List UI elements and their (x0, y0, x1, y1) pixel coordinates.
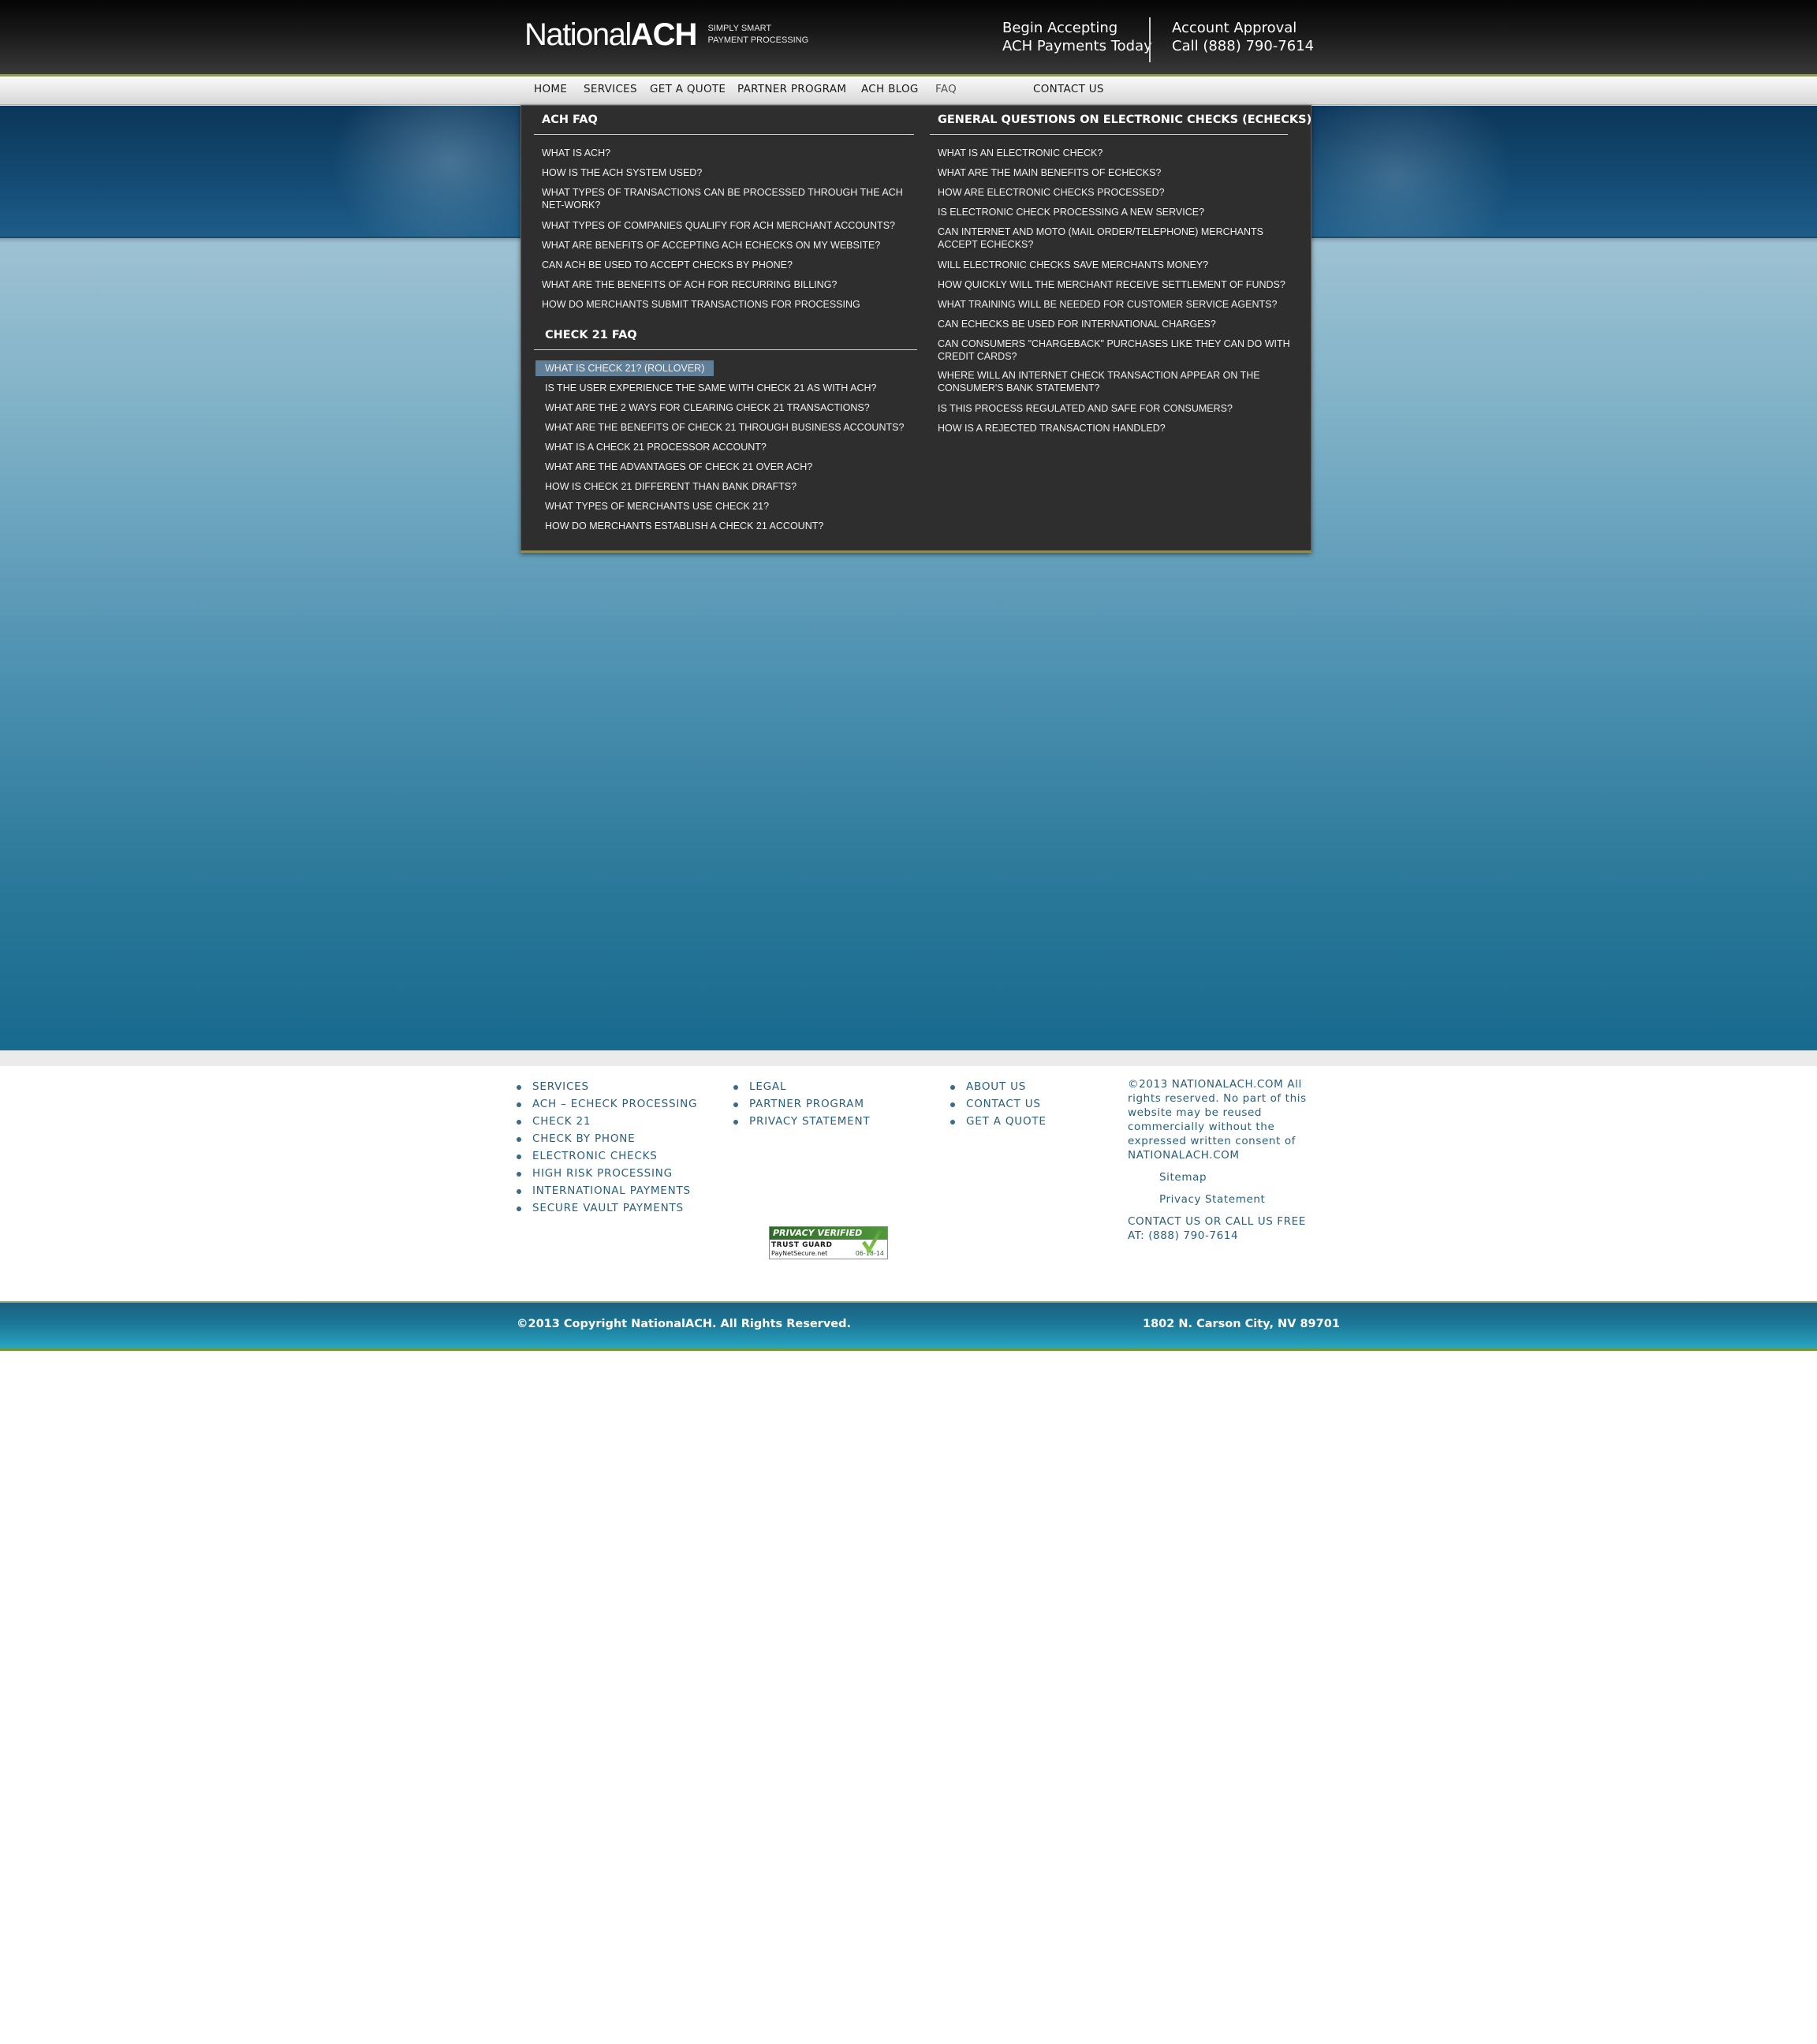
cta1-line-1: Begin Accepting (1002, 20, 1118, 36)
footer-link[interactable]: ACH – ECHECK PROCESSING (517, 1098, 697, 1115)
check21-faq-item[interactable]: HOW DO MERCHANTS ESTABLISH A CHECK 21 AC… (545, 520, 823, 532)
footer-link[interactable]: ELECTRONIC CHECKS (517, 1150, 697, 1167)
echeck-faq-item[interactable]: WHAT TRAINING WILL BE NEEDED FOR CUSTOME… (938, 298, 1277, 311)
content-divider-strip (0, 1050, 1817, 1066)
echeck-faq-item[interactable]: HOW QUICKLY WILL THE MERCHANT RECEIVE SE… (938, 278, 1285, 291)
check21-faq-item[interactable]: HOW IS CHECK 21 DIFFERENT THAN BANK DRAF… (545, 480, 797, 493)
ach-faq-item[interactable]: WHAT TYPES OF TRANSACTIONS CAN BE PROCES… (542, 186, 912, 211)
footer-company-list: ABOUT US CONTACT US GET A QUOTE (950, 1080, 1047, 1132)
bottom-address: 1802 N. Carson City, NV 89701 (1143, 1318, 1340, 1330)
footer-link[interactable]: INTERNATIONAL PAYMENTS (517, 1184, 697, 1202)
check21-faq-item[interactable]: WHAT ARE THE 2 WAYS FOR CLEARING CHECK 2… (545, 401, 870, 414)
footer-link[interactable]: SECURE VAULT PAYMENTS (517, 1202, 697, 1219)
echeck-faq-item[interactable]: WHAT ARE THE MAIN BENEFITS OF ECHECKS? (938, 166, 1161, 179)
check21-faq-item[interactable]: IS THE USER EXPERIENCE THE SAME WITH CHE… (545, 382, 876, 394)
footer-link[interactable]: CHECK BY PHONE (517, 1132, 697, 1150)
check21-faq-item[interactable]: WHAT TYPES OF MERCHANTS USE CHECK 21? (545, 500, 769, 513)
logo-text-light: National (524, 17, 632, 52)
echeck-faq-item[interactable]: WHERE WILL AN INTERNET CHECK TRANSACTION… (938, 369, 1277, 394)
header-divider (1149, 17, 1151, 62)
ach-faq-item[interactable]: CAN ACH BE USED TO ACCEPT CHECKS BY PHON… (542, 259, 793, 271)
check21-faq-item[interactable]: WHAT ARE THE BENEFITS OF CHECK 21 THROUG… (545, 421, 904, 434)
footer-link[interactable]: GET A QUOTE (950, 1115, 1047, 1132)
footer-legal-list: LEGAL PARTNER PROGRAM PRIVACY STATEMENT (733, 1080, 870, 1132)
nav-partner-program[interactable]: PARTNER PROGRAM (737, 83, 846, 95)
bottom-bar (0, 1301, 1817, 1350)
footer-services-list: SERVICES ACH – ECHECK PROCESSING CHECK 2… (517, 1080, 697, 1219)
main-nav: HOME SERVICES GET A QUOTE PARTNER PROGRA… (0, 76, 1817, 105)
site-header: NationalACH SIMPLY SMART PAYMENT PROCESS… (0, 0, 1817, 76)
echeck-faq-item[interactable]: WHAT IS AN ELECTRONIC CHECK? (938, 147, 1103, 159)
nav-faq[interactable]: FAQ (935, 83, 957, 95)
ach-faq-item[interactable]: WHAT IS ACH? (542, 147, 610, 159)
cta1-line-2: ACH Payments Today (1002, 38, 1152, 54)
ach-faq-heading[interactable]: ACH FAQ (542, 114, 598, 126)
echeck-faq-item[interactable]: IS THIS PROCESS REGULATED AND SAFE FOR C… (938, 402, 1233, 415)
footer-link[interactable]: PARTNER PROGRAM (733, 1098, 870, 1115)
check21-faq-item-highlighted[interactable]: WHAT IS CHECK 21? (ROLLOVER) (535, 360, 714, 376)
bottom-copyright: ©2013 Copyright NationalACH. All Rights … (517, 1318, 852, 1330)
badge-title: PRIVACY VERIFIED (770, 1227, 887, 1240)
nav-ach-blog[interactable]: ACH BLOG (861, 83, 919, 95)
echeck-faq-item[interactable]: CAN INTERNET AND MOTO (MAIL ORDER/TELEPH… (938, 226, 1293, 251)
privacy-verified-badge[interactable]: PRIVACY VERIFIED TRUST GUARD PayNetSecur… (769, 1226, 888, 1259)
footer-link[interactable]: CONTACT US (950, 1098, 1047, 1115)
footer-sitemap-link[interactable]: Sitemap (1159, 1170, 1207, 1184)
footer-link[interactable]: HIGH RISK PROCESSING (517, 1167, 697, 1184)
ach-faq-item[interactable]: HOW DO MERCHANTS SUBMIT TRANSACTIONS FOR… (542, 298, 860, 311)
tagline-line-1: SIMPLY SMART (707, 24, 772, 33)
cta-account-approval: Account Approval Call (888) 790-7614 (1172, 19, 1314, 55)
footer-link[interactable]: LEGAL (733, 1080, 870, 1098)
ach-faq-item[interactable]: WHAT TYPES OF COMPANIES QUALIFY FOR ACH … (542, 219, 895, 232)
footer-link[interactable]: CHECK 21 (517, 1115, 697, 1132)
check21-faq-item[interactable]: WHAT IS A CHECK 21 PROCESSOR ACCOUNT? (545, 441, 767, 453)
nav-services[interactable]: SERVICES (584, 83, 637, 95)
badge-brand: TRUST GUARD (771, 1241, 833, 1249)
echeck-faq-item[interactable]: IS ELECTRONIC CHECK PROCESSING A NEW SER… (938, 206, 1204, 218)
nav-home[interactable]: HOME (534, 83, 567, 95)
footer-link[interactable]: ABOUT US (950, 1080, 1047, 1098)
ach-faq-item[interactable]: WHAT ARE BENEFITS OF ACCEPTING ACH ECHEC… (542, 239, 880, 252)
tagline-line-2: PAYMENT PROCESSING (707, 35, 809, 45)
site-logo[interactable]: NationalACH SIMPLY SMART PAYMENT PROCESS… (524, 17, 808, 52)
footer-link[interactable]: PRIVACY STATEMENT (733, 1115, 870, 1132)
nav-get-a-quote[interactable]: GET A QUOTE (650, 83, 726, 95)
ach-faq-item[interactable]: HOW IS THE ACH SYSTEM USED? (542, 166, 702, 179)
logo-tagline: SIMPLY SMART PAYMENT PROCESSING (707, 23, 808, 47)
site-footer (0, 1066, 1817, 1301)
ach-faq-item[interactable]: WHAT ARE THE BENEFITS OF ACH FOR RECURRI… (542, 278, 837, 291)
echeck-faq-item[interactable]: WILL ELECTRONIC CHECKS SAVE MERCHANTS MO… (938, 259, 1208, 271)
badge-site: PayNetSecure.net (771, 1250, 828, 1257)
faq-dropdown-menu: ACH FAQ WHAT IS ACH? HOW IS THE ACH SYST… (520, 105, 1311, 553)
echeck-faq-item[interactable]: CAN CONSUMERS "CHARGEBACK" PURCHASES LIK… (938, 338, 1293, 363)
cta2-line-2: Call (888) 790-7614 (1172, 38, 1315, 54)
echeck-faq-heading[interactable]: GENERAL QUESTIONS ON ELECTRONIC CHECKS (… (938, 114, 1311, 126)
logo-text-bold: ACH (630, 17, 698, 52)
footer-copyright-notice: ©2013 NATIONALACH.COM All rights reserve… (1128, 1078, 1307, 1162)
echeck-faq-item[interactable]: HOW IS A REJECTED TRANSACTION HANDLED? (938, 422, 1166, 435)
footer-privacy-link[interactable]: Privacy Statement (1159, 1192, 1265, 1207)
echeck-faq-item[interactable]: CAN ECHECKS BE USED FOR INTERNATIONAL CH… (938, 318, 1216, 330)
check21-faq-heading[interactable]: CHECK 21 FAQ (545, 329, 637, 341)
echeck-faq-item[interactable]: HOW ARE ELECTRONIC CHECKS PROCESSED? (938, 186, 1165, 199)
cta-begin-accepting: Begin Accepting ACH Payments Today (1002, 19, 1152, 55)
check21-faq-item[interactable]: WHAT ARE THE ADVANTAGES OF CHECK 21 OVER… (545, 461, 812, 473)
footer-link[interactable]: SERVICES (517, 1080, 697, 1098)
nav-contact-us[interactable]: CONTACT US (1033, 83, 1104, 95)
footer-contact-line[interactable]: CONTACT US OR CALL US FREE AT: (888) 790… (1128, 1214, 1309, 1243)
cta2-line-1: Account Approval (1172, 20, 1297, 36)
